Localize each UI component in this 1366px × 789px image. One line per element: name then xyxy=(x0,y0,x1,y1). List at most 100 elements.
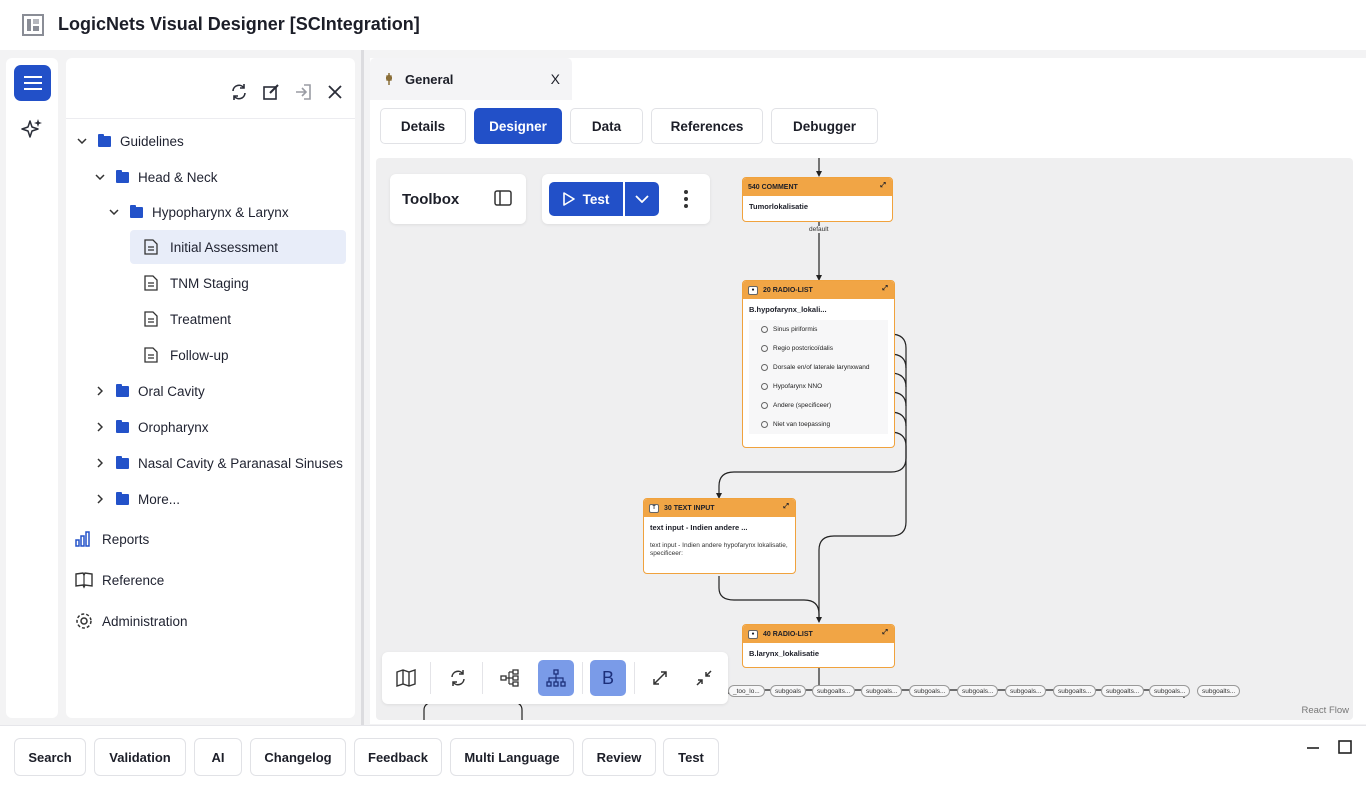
option-label: Dorsale en/of laterale larynxwand xyxy=(773,364,870,371)
tab-references[interactable]: References xyxy=(651,108,763,144)
tree-item-label: Guidelines xyxy=(120,133,184,149)
test-panel-button[interactable]: Test xyxy=(663,738,719,776)
subgoal-chip[interactable]: subgoals xyxy=(770,685,807,697)
chevron-down-icon[interactable] xyxy=(94,171,106,183)
horizontal-layout-button[interactable] xyxy=(492,660,528,696)
tree-item-head-neck[interactable]: Head & Neck xyxy=(94,160,218,194)
subgoal-chip[interactable]: subgoalts... xyxy=(1053,685,1097,697)
expand-node-icon[interactable]: ⤢ xyxy=(882,285,888,293)
nav-reports[interactable]: Reports xyxy=(74,524,149,554)
feedback-button[interactable]: Feedback xyxy=(354,738,442,776)
refresh-layout-button[interactable] xyxy=(440,660,476,696)
subgoal-chip[interactable]: subgoals... xyxy=(909,685,951,697)
tree-item-oral-cavity[interactable]: Oral Cavity xyxy=(94,374,205,408)
document-icon xyxy=(144,275,158,291)
sign-in-icon[interactable] xyxy=(293,82,313,102)
minimize-icon[interactable] xyxy=(1306,740,1320,754)
radio-option[interactable]: Hypofarynx NNO xyxy=(749,377,888,396)
subgoal-chip[interactable]: subgoalts... xyxy=(1197,685,1241,697)
nav-reference[interactable]: Reference xyxy=(74,565,164,595)
node-radio-list-20[interactable]: ● 20 RADIO-LIST ⤢ B.hypofarynx_lokali...… xyxy=(742,280,895,448)
radio-option[interactable]: Dorsale en/of laterale larynxwand xyxy=(749,358,888,377)
expand-all-button[interactable] xyxy=(642,660,678,696)
folder-icon xyxy=(116,383,129,397)
maximize-icon[interactable] xyxy=(1338,740,1352,754)
main-menu-button[interactable] xyxy=(14,65,51,101)
tab-data[interactable]: Data xyxy=(570,108,643,144)
validation-button[interactable]: Validation xyxy=(94,738,186,776)
subgoal-chip[interactable]: _too_lo... xyxy=(728,685,765,697)
option-label: Sinus piriformis xyxy=(773,326,818,333)
test-toolbar: Test xyxy=(542,174,710,224)
tree-item-nasal-cavity[interactable]: Nasal Cavity & Paranasal Sinuses xyxy=(94,446,343,480)
changelog-button[interactable]: Changelog xyxy=(250,738,346,776)
test-dropdown-button[interactable] xyxy=(625,182,659,216)
multi-language-button[interactable]: Multi Language xyxy=(450,738,574,776)
nav-label: Reference xyxy=(102,572,165,588)
tab-debugger[interactable]: Debugger xyxy=(771,108,878,144)
edit-icon[interactable] xyxy=(261,82,281,102)
expand-node-icon[interactable]: ⤢ xyxy=(880,182,886,190)
book-icon xyxy=(75,572,93,589)
more-options-icon[interactable] xyxy=(676,188,696,210)
left-rail xyxy=(6,58,58,718)
node-description: text input - Indien andere hypofarynx lo… xyxy=(650,542,788,557)
tab-general[interactable]: General X xyxy=(370,58,572,100)
refresh-icon[interactable] xyxy=(229,82,249,102)
bar-chart-icon xyxy=(75,531,90,547)
minimap-button[interactable] xyxy=(388,660,424,696)
chevron-right-icon[interactable] xyxy=(94,421,106,433)
test-button[interactable]: Test xyxy=(549,182,623,216)
tree-item-initial-assessment[interactable]: Initial Assessment xyxy=(130,230,346,264)
tree-item-oropharynx[interactable]: Oropharynx xyxy=(94,410,209,444)
folder-icon xyxy=(116,169,129,183)
collapse-all-button[interactable] xyxy=(686,660,722,696)
search-button[interactable]: Search xyxy=(14,738,86,776)
expand-node-icon[interactable]: ⤢ xyxy=(783,503,789,511)
refresh-icon xyxy=(451,670,465,686)
chevron-down-icon[interactable] xyxy=(76,135,88,147)
subgoal-chip[interactable]: subgoals... xyxy=(1005,685,1047,697)
subgoal-chip[interactable]: subgoals... xyxy=(861,685,903,697)
chevron-down-icon[interactable] xyxy=(108,206,120,218)
vertical-layout-button[interactable] xyxy=(538,660,574,696)
react-flow-attribution[interactable]: React Flow xyxy=(1301,705,1349,716)
chevron-right-icon[interactable] xyxy=(94,385,106,397)
radio-option[interactable]: Andere (specificeer) xyxy=(749,396,888,415)
ai-button[interactable]: AI xyxy=(194,738,242,776)
review-button[interactable]: Review xyxy=(582,738,656,776)
tree-item-tnm-staging[interactable]: TNM Staging xyxy=(144,266,249,300)
chevron-right-icon[interactable] xyxy=(94,457,106,469)
subgoal-chip[interactable]: subgoals... xyxy=(1149,685,1191,697)
tree-item-more[interactable]: More... xyxy=(94,482,180,516)
nav-administration[interactable]: Administration xyxy=(74,606,188,636)
radio-option[interactable]: Niet van toepassing xyxy=(749,415,888,434)
sidebar-toggle-icon[interactable] xyxy=(494,190,512,206)
node-comment[interactable]: 540 COMMENT ⤢ Tumorlokalisatie xyxy=(742,177,893,222)
tree-item-hypopharynx-larynx[interactable]: Hypopharynx & Larynx xyxy=(108,195,289,229)
toolbox-panel[interactable]: Toolbox xyxy=(390,174,526,224)
radio-option[interactable]: Regio postcricoïdalis xyxy=(749,339,888,358)
chevron-right-icon[interactable] xyxy=(94,493,106,505)
flow-canvas[interactable]: default Toolbox Test 540 COMMENT ⤢ Tumor… xyxy=(376,158,1353,720)
panel-splitter[interactable] xyxy=(361,50,364,725)
tab-designer[interactable]: Designer xyxy=(474,108,562,144)
subgoal-chip[interactable]: subgoalts... xyxy=(1101,685,1145,697)
tab-details[interactable]: Details xyxy=(380,108,466,144)
tree-item-follow-up[interactable]: Follow-up xyxy=(144,338,229,372)
nav-label: Reports xyxy=(102,531,150,547)
expand-node-icon[interactable]: ⤢ xyxy=(882,629,888,637)
radio-icon xyxy=(761,326,768,333)
subgoal-chip[interactable]: subgoalts... xyxy=(812,685,856,697)
tree-item-treatment[interactable]: Treatment xyxy=(144,302,231,336)
radio-type-icon: ● xyxy=(748,285,758,295)
tab-close-button[interactable]: X xyxy=(551,71,560,87)
tree-item-guidelines[interactable]: Guidelines xyxy=(76,124,184,158)
sparkle-icon[interactable] xyxy=(21,118,43,140)
subgoal-chip[interactable]: subgoals... xyxy=(957,685,999,697)
bold-view-button[interactable]: B xyxy=(590,660,626,696)
radio-option[interactable]: Sinus piriformis xyxy=(749,320,888,339)
close-icon[interactable] xyxy=(325,82,345,102)
node-radio-list-40[interactable]: ● 40 RADIO-LIST ⤢ B.larynx_lokalisatie xyxy=(742,624,895,668)
node-text-input-30[interactable]: T 30 TEXT INPUT ⤢ text input - Indien an… xyxy=(643,498,796,574)
